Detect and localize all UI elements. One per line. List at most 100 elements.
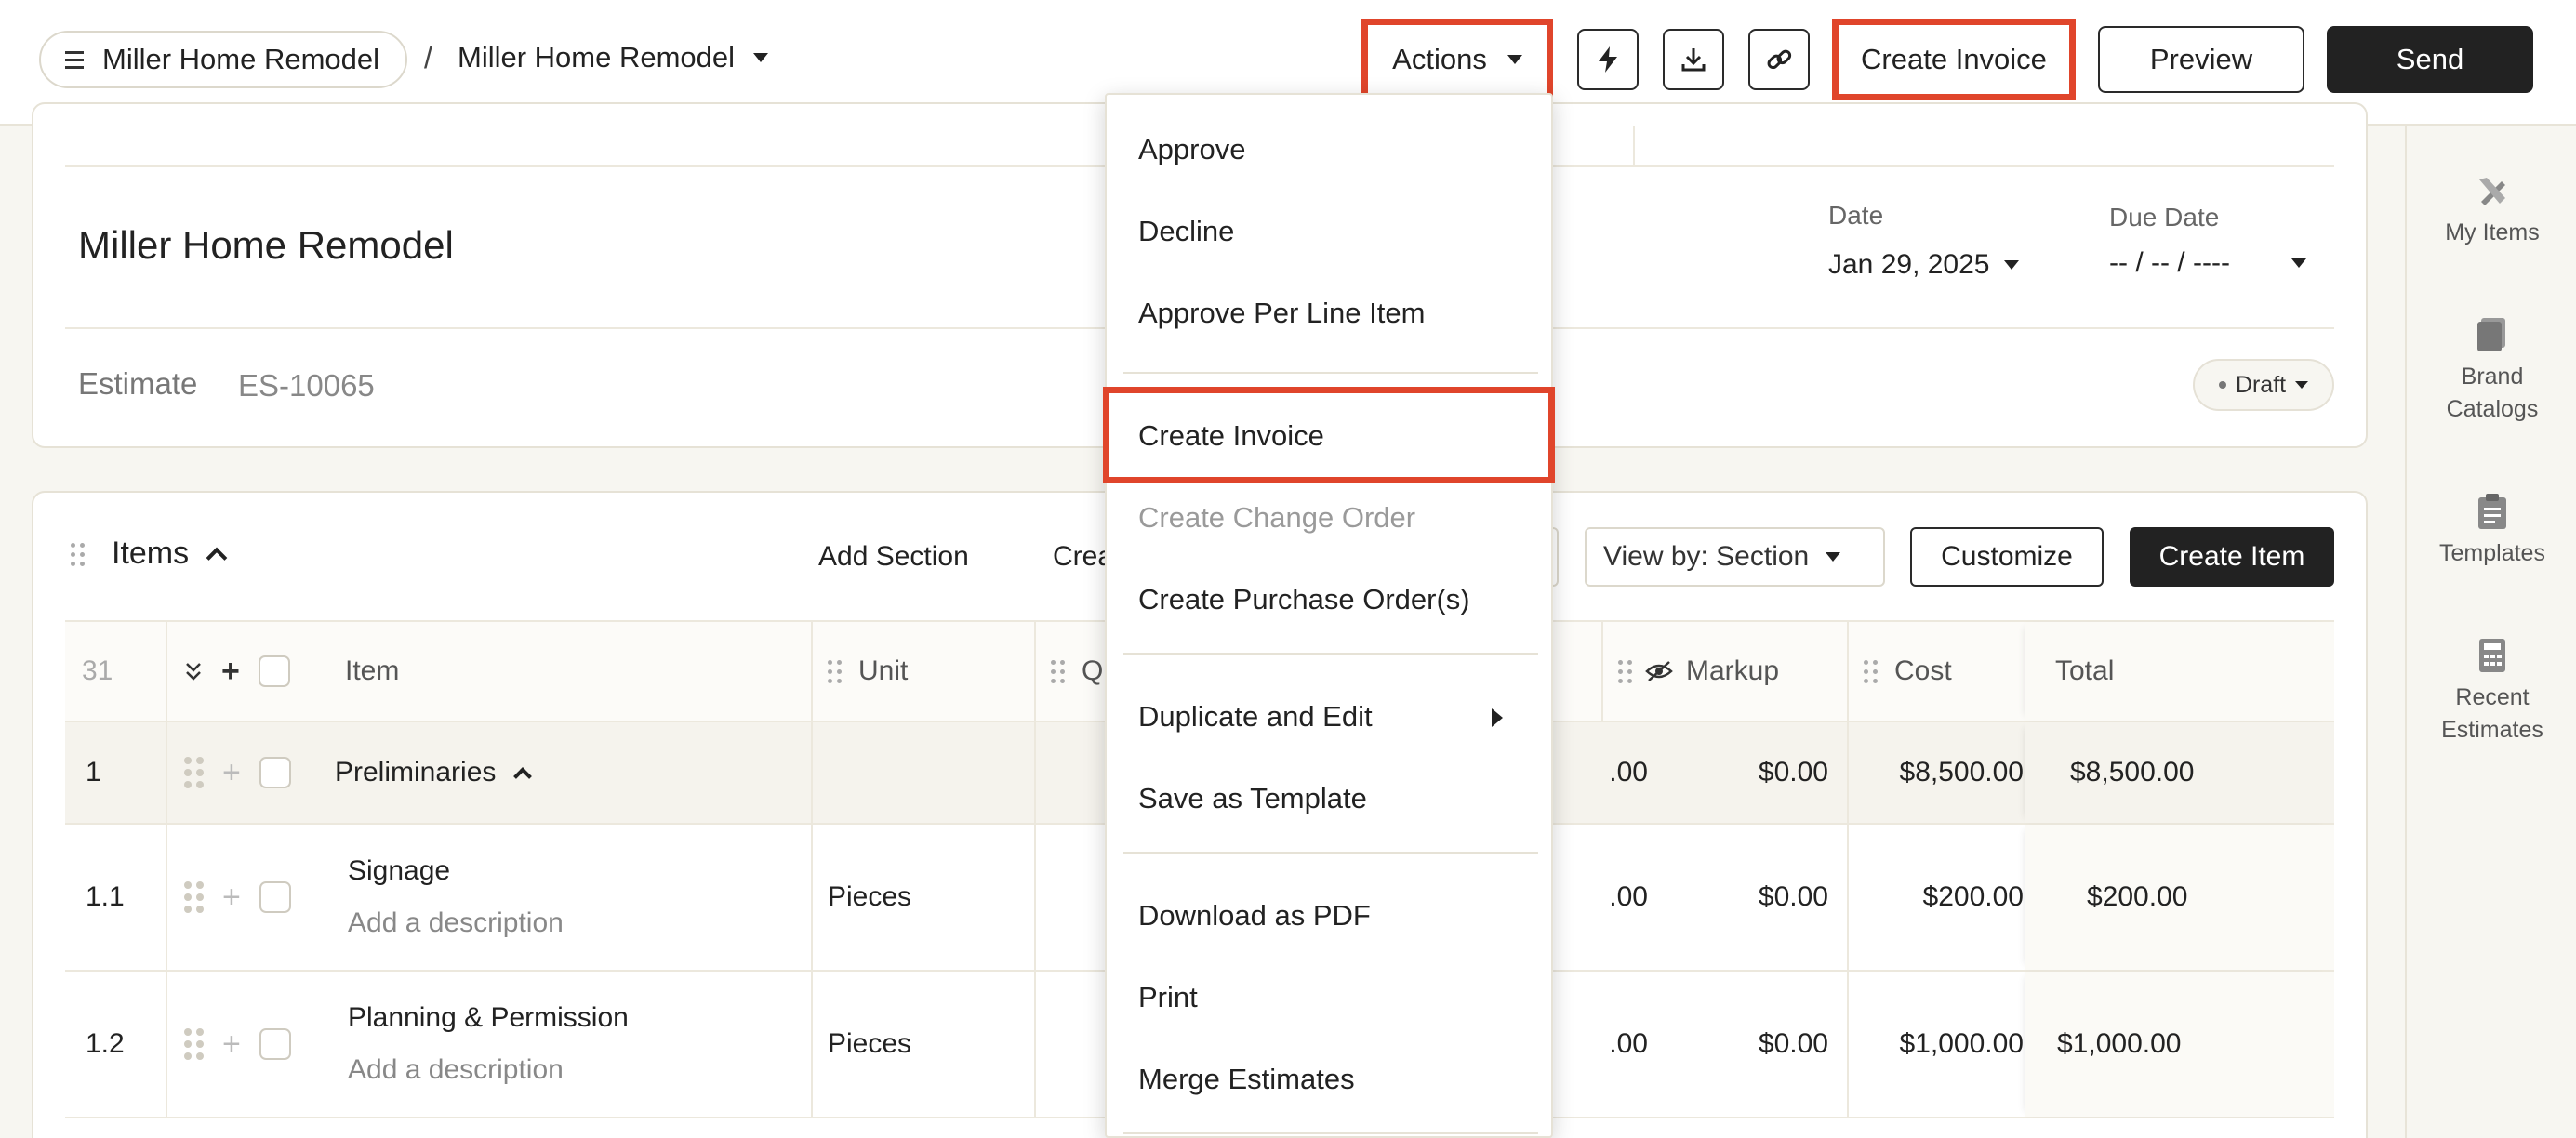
- item-cost[interactable]: $1,000.00: [1849, 972, 2025, 1117]
- hamburger-icon: [65, 50, 84, 69]
- eye-slash-icon[interactable]: [1645, 660, 1673, 682]
- project-menu-button[interactable]: Miller Home Remodel: [39, 31, 407, 88]
- item-description[interactable]: Add a description: [348, 907, 564, 939]
- link-button[interactable]: [1748, 29, 1810, 90]
- sidebar-item-my-items[interactable]: My Items: [2407, 172, 2576, 249]
- sidebar-item-label-line2: Estimates: [2441, 717, 2543, 743]
- sidebar-item-label-line2: Catalogs: [2446, 396, 2539, 422]
- section-name-cell[interactable]: Preliminaries: [335, 722, 813, 823]
- section-hidden-partial: .00: [1609, 757, 1648, 787]
- create-invoice-button[interactable]: Create Invoice: [1832, 19, 2076, 100]
- item-unit[interactable]: Pieces: [813, 972, 1036, 1117]
- menu-item-download-pdf[interactable]: Download as PDF: [1138, 893, 1371, 939]
- status-label: Draft: [2235, 371, 2287, 398]
- section-controls: +: [184, 722, 352, 823]
- caret-down-icon: [2291, 258, 2306, 268]
- project-menu-label: Miller Home Remodel: [102, 43, 380, 75]
- preview-button[interactable]: Preview: [2098, 26, 2304, 93]
- add-icon[interactable]: +: [222, 881, 241, 913]
- view-by-select[interactable]: View by: Section: [1585, 527, 1885, 587]
- actions-button[interactable]: Actions: [1361, 19, 1553, 100]
- add-icon[interactable]: +: [221, 655, 240, 687]
- header-unit-label: Unit: [858, 655, 909, 686]
- row-number: 1.1: [65, 825, 167, 970]
- item-markup[interactable]: $0.00: [1666, 825, 1849, 970]
- drag-handle-icon[interactable]: [184, 881, 204, 913]
- items-section-toggle[interactable]: Items: [112, 536, 228, 572]
- header-controls: +: [184, 622, 333, 721]
- drag-handle-icon[interactable]: [184, 1028, 204, 1060]
- menu-divider: [1123, 1132, 1538, 1134]
- customize-button-label: Customize: [1941, 541, 2073, 572]
- item-hidden-partial: .00: [1609, 881, 1648, 912]
- item-cell[interactable]: Signage Add a description: [348, 825, 813, 970]
- sidebar-item-recent-estimates[interactable]: Recent Estimates: [2407, 637, 2576, 747]
- header-total: Total: [2025, 622, 2334, 721]
- due-date-value: -- / -- / ----: [2109, 247, 2230, 278]
- divider: [1633, 126, 1635, 165]
- header-unit: Unit: [813, 622, 1036, 721]
- item-description[interactable]: Add a description: [348, 1054, 564, 1086]
- row-controls: +: [184, 972, 352, 1117]
- sidebar-item-label: My Items: [2445, 219, 2540, 245]
- row-checkbox[interactable]: [259, 881, 291, 913]
- menu-item-merge-estimates[interactable]: Merge Estimates: [1138, 1056, 1355, 1103]
- add-section-button[interactable]: Add Section: [818, 541, 969, 573]
- item-cost[interactable]: $200.00: [1849, 825, 2025, 970]
- menu-item-save-as-template[interactable]: Save as Template: [1138, 775, 1367, 822]
- sidebar-item-label: Templates: [2439, 540, 2545, 566]
- select-all-checkbox[interactable]: [258, 655, 290, 687]
- estimate-title: Miller Home Remodel: [78, 223, 454, 267]
- estimate-number: ES-10065: [238, 368, 375, 403]
- chevron-up-icon: [206, 547, 228, 568]
- drag-handle-icon[interactable]: [1618, 659, 1632, 683]
- menu-divider: [1123, 852, 1538, 854]
- menu-item-create-purchase-orders[interactable]: Create Purchase Order(s): [1138, 576, 1470, 623]
- menu-item-print[interactable]: Print: [1138, 974, 1198, 1021]
- row-checkbox[interactable]: [259, 1028, 291, 1060]
- drag-handle-icon[interactable]: [71, 543, 85, 566]
- breadcrumb-current[interactable]: Miller Home Remodel: [458, 41, 769, 74]
- row-controls: +: [184, 825, 352, 970]
- menu-divider: [1123, 372, 1538, 374]
- create-item-button[interactable]: Create Item: [2130, 527, 2334, 587]
- add-icon[interactable]: +: [222, 1028, 241, 1060]
- date-picker[interactable]: Jan 29, 2025: [1828, 249, 2020, 281]
- drag-handle-icon[interactable]: [184, 757, 204, 788]
- item-name: Planning & Permission: [348, 1002, 629, 1033]
- add-icon[interactable]: +: [222, 757, 241, 788]
- download-button[interactable]: [1663, 29, 1724, 90]
- collapse-all-icon[interactable]: [184, 660, 203, 682]
- chevron-up-icon[interactable]: [513, 767, 533, 786]
- due-date-picker[interactable]: -- / -- / ----: [2109, 247, 2306, 279]
- section-unit-cell: [813, 722, 1036, 823]
- create-item-button-label: Create Item: [2158, 541, 2305, 572]
- status-badge[interactable]: Draft: [2193, 359, 2334, 411]
- drag-handle-icon[interactable]: [1051, 659, 1065, 683]
- menu-item-approve-per-line-item[interactable]: Approve Per Line Item: [1138, 290, 1425, 337]
- sidebar-item-brand-catalogs[interactable]: Brand Catalogs: [2407, 316, 2576, 426]
- due-date-label: Due Date: [2109, 203, 2220, 232]
- menu-item-approve[interactable]: Approve: [1138, 126, 1245, 173]
- row-checkbox[interactable]: [259, 757, 291, 788]
- customize-button[interactable]: Customize: [1910, 527, 2104, 587]
- menu-item-create-invoice[interactable]: Create Invoice: [1138, 413, 1324, 459]
- row-count: 31: [65, 622, 167, 721]
- lightning-button[interactable]: [1577, 29, 1639, 90]
- menu-item-decline[interactable]: Decline: [1138, 208, 1234, 255]
- send-button[interactable]: Send: [2327, 26, 2533, 93]
- item-cell[interactable]: Planning & Permission Add a description: [348, 972, 813, 1117]
- item-markup[interactable]: $0.00: [1666, 972, 1849, 1117]
- menu-item-duplicate-and-edit[interactable]: Duplicate and Edit: [1138, 694, 1373, 740]
- sidebar-item-templates[interactable]: Templates: [2407, 493, 2576, 570]
- item-total: $1,000.00: [2025, 972, 2334, 1117]
- drag-handle-icon[interactable]: [1864, 659, 1878, 683]
- header-cost-label: Cost: [1894, 655, 1952, 686]
- item-name: Signage: [348, 855, 451, 886]
- drag-handle-icon[interactable]: [828, 659, 842, 683]
- menu-item-create-change-order: Create Change Order: [1138, 501, 1416, 534]
- pencil-ruler-icon: [2479, 178, 2505, 205]
- clipboard-icon: [2478, 494, 2506, 529]
- sidebar-item-label: Recent: [2455, 684, 2530, 710]
- item-unit[interactable]: Pieces: [813, 825, 1036, 970]
